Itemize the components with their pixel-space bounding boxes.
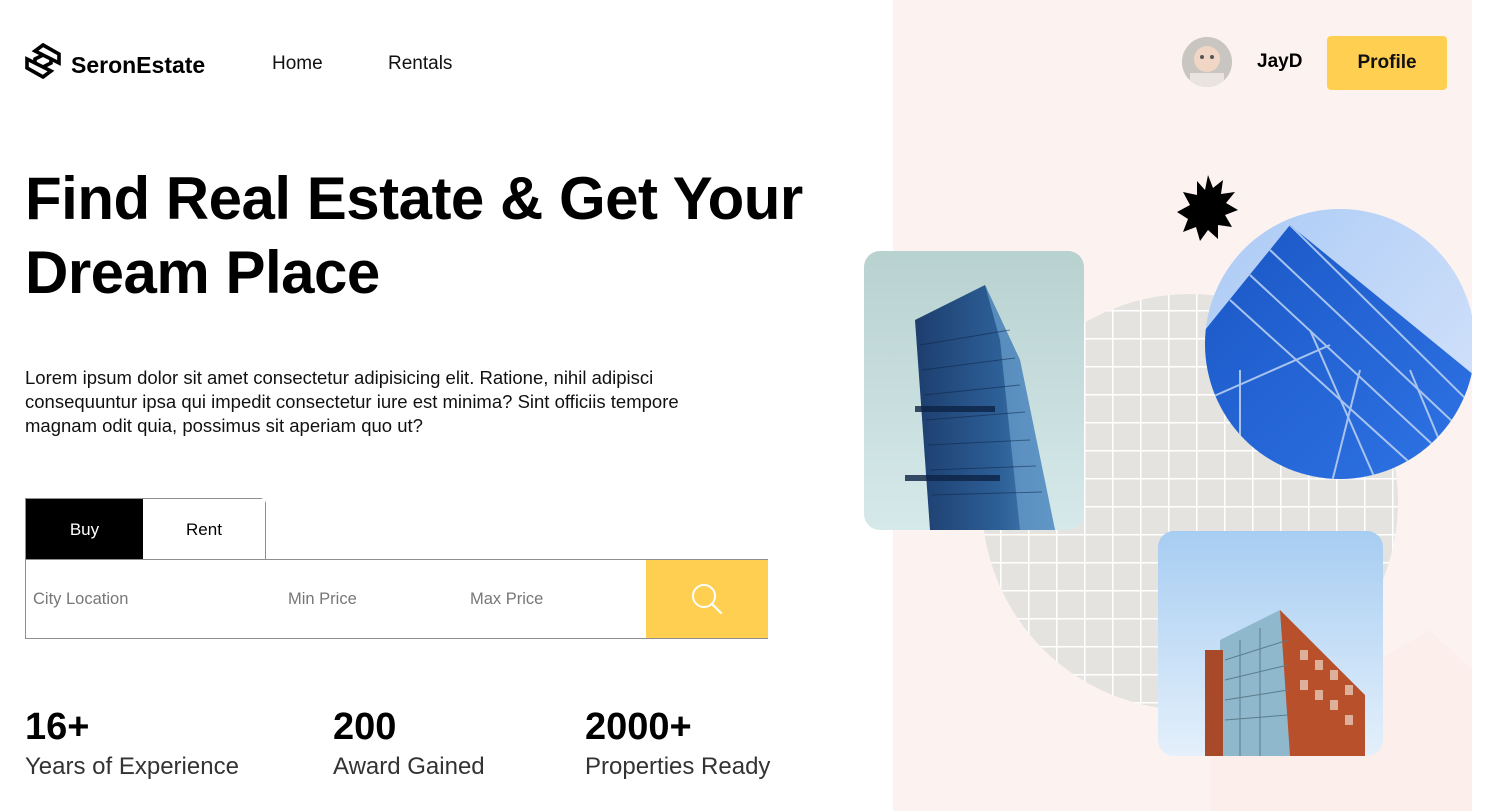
stat-value: 200 <box>333 706 397 748</box>
star-burst-icon <box>1177 175 1238 241</box>
max-price-input[interactable] <box>470 560 640 638</box>
brand-logo[interactable]: SeronEstate <box>25 43 205 79</box>
page-scrollbar[interactable] <box>1472 0 1496 811</box>
avatar[interactable] <box>1182 37 1232 87</box>
stat-properties: 2000+ Properties Ready <box>585 704 770 782</box>
building-photo-brick <box>1158 531 1383 756</box>
title-line-2: Dream Place <box>25 239 380 306</box>
search-button[interactable] <box>646 560 768 638</box>
search-icon <box>692 584 723 615</box>
city-location-input[interactable] <box>33 560 273 638</box>
building-photo-tower <box>864 251 1084 530</box>
landing-page: SeronEstate Home Rentals JayD Profile Fi… <box>0 0 1496 811</box>
stat-label: Properties Ready <box>585 753 771 780</box>
tab-buy[interactable]: Buy <box>26 499 143 560</box>
stat-value: 16+ <box>25 706 90 748</box>
stat-experience: 16+ Years of Experience <box>25 704 239 782</box>
hero-description: Lorem ipsum dolor sit amet consectetur a… <box>25 367 679 436</box>
profile-button[interactable]: Profile <box>1327 36 1447 90</box>
nav-home-link[interactable]: Home <box>272 53 323 75</box>
property-search-form <box>25 559 768 639</box>
stat-label: Years of Experience <box>25 753 239 780</box>
logo-mark-icon <box>25 43 61 79</box>
brand-name: SeronEstate <box>71 51 206 78</box>
hero-illustration <box>864 175 1472 811</box>
search-tabs: Buy Rent <box>25 498 266 560</box>
nav-rentals-link[interactable]: Rentals <box>388 53 452 75</box>
user-menu[interactable]: JayD <box>1182 37 1302 87</box>
page-title: Find Real Estate & Get Your Dream Place <box>25 162 825 310</box>
title-line-1: Find Real Estate & Get Your <box>25 165 803 232</box>
user-name[interactable]: JayD <box>1257 51 1302 73</box>
tab-rent[interactable]: Rent <box>143 499 265 560</box>
stat-value: 2000+ <box>585 706 692 748</box>
stat-label: Award Gained <box>333 753 485 780</box>
min-price-input[interactable] <box>288 560 458 638</box>
stat-awards: 200 Award Gained <box>333 704 485 782</box>
